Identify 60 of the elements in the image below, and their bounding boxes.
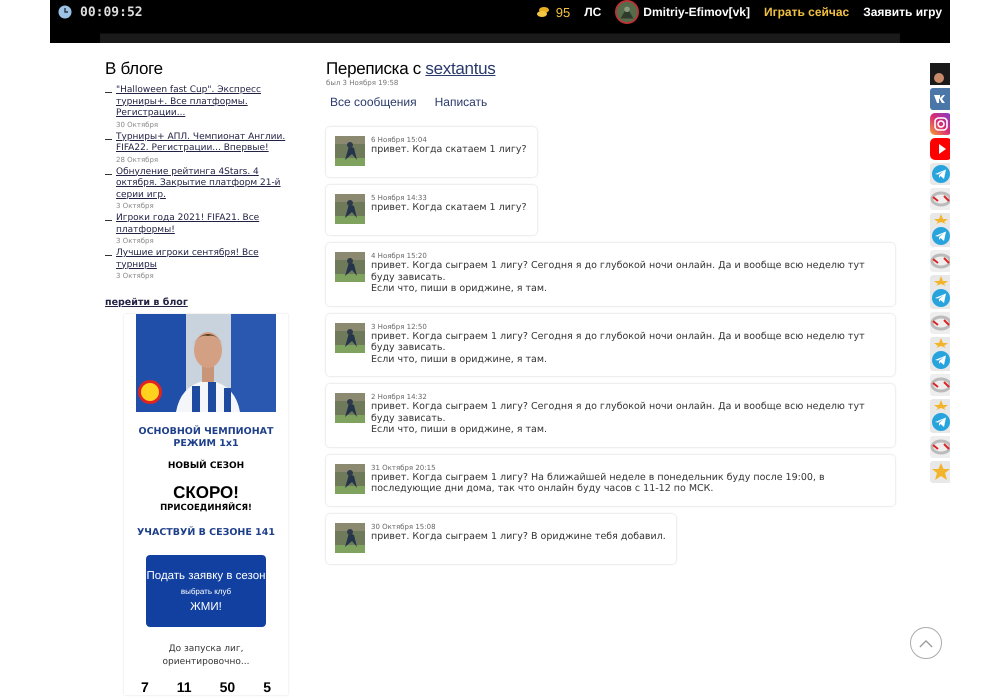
chevron-up-icon xyxy=(919,638,933,648)
message-text: привет. Когда сыграем 1 лигу? Сегодня я до глубокой ночи онлайн. Да и вообще всю неделю тут буду зависать. xyxy=(371,260,866,283)
clock-icon xyxy=(58,5,72,19)
message-text: Если что, пиши в ориджине, я там. xyxy=(371,283,548,294)
dash-icon xyxy=(105,138,112,140)
blog-post-link[interactable]: Лучшие игроки сентября! Все турниры xyxy=(116,248,290,271)
countdown-number: 11 xyxy=(176,679,192,695)
message-text: Если что, пиши в ориджине, я там. xyxy=(371,354,548,365)
action-link[interactable]: Написать xyxy=(434,95,488,109)
lifebuoy-icon[interactable] xyxy=(930,436,950,458)
participate-text: УЧАСТВУЙ В СЕЗОНЕ 141 xyxy=(136,527,276,539)
dash-icon xyxy=(105,220,112,221)
blog-post-link[interactable]: Обнуление рейтинга 4Stars. 4 октября. Закрытие платформ 21-й серии игр. xyxy=(116,166,290,201)
star-telegram-icon[interactable] xyxy=(930,213,950,247)
lifebuoy-icon[interactable] xyxy=(930,374,950,396)
announce-game-link[interactable]: Заявить игру xyxy=(863,5,942,19)
timer: 00:09:52 xyxy=(80,4,143,20)
countdown-number: 5 xyxy=(263,679,271,695)
play-now-link[interactable]: Играть сейчас xyxy=(764,5,850,19)
star-telegram-icon[interactable] xyxy=(930,275,950,309)
blog-heading: В блоге xyxy=(105,59,164,79)
message-text: Если что, пиши в ориджине, я там. xyxy=(371,424,548,436)
lifebuoy-icon[interactable] xyxy=(930,250,950,272)
instagram-icon[interactable] xyxy=(930,113,950,135)
message-text: привет. Когда сыграем 1 лигу? На ближайшей неделе в понедельник буду после 19:00, в последующие дни дома, так что онлайн буду часов с 11-12 по МСК. xyxy=(371,472,826,494)
action-link[interactable]: Все сообщения xyxy=(330,95,417,109)
countdown-caption: До запуска лиг, ориентировочно... xyxy=(162,643,250,669)
apply-button[interactable]: Подать заявку в сезон выбрать клуб ЖМИ! xyxy=(146,555,266,627)
star-telegram-icon[interactable] xyxy=(930,399,950,433)
messages-link[interactable]: ЛС xyxy=(584,5,602,19)
dash-icon xyxy=(105,92,112,93)
lifebuoy-icon[interactable] xyxy=(930,312,950,334)
blog-post-link[interactable]: Турниры+ АПЛ. Чемпионат Англии. FIFA22. Регистрации... Впервые! xyxy=(116,132,290,154)
message-text: привет. Когда сыграем 1 лигу? Сегодня я до глубокой ночи онлайн. Да и вообще всю неделю тут буду зависать. xyxy=(371,401,866,424)
countdown-number: 50 xyxy=(220,679,236,695)
championship-title: ОСНОВНОЙ ЧЕМПИОНАТ РЕЖИМ 1x1 xyxy=(138,426,274,450)
message-text: привет. Когда сыграем 1 лигу? В ориджине тебя добавил. xyxy=(371,530,666,542)
blog-link[interactable]: перейти в блог xyxy=(105,297,290,308)
coins-icon xyxy=(536,5,550,19)
username-link[interactable]: Dmitriy-Efimov[vk] xyxy=(643,5,750,19)
blog-post-link[interactable]: "Halloween fast Cup". Экспресс турниры+. Все платформы. Регистрации... xyxy=(116,85,290,120)
countdown-number: 7 xyxy=(141,679,149,695)
coin-count: 95 xyxy=(556,4,570,20)
vk-icon[interactable] xyxy=(930,88,950,110)
star-icon[interactable] xyxy=(930,461,950,483)
status-text: СКОРО! xyxy=(173,483,239,502)
conversation-title: Переписка с xyxy=(326,59,421,78)
blog-post-link[interactable]: Игроки года 2021! FIFA21. Все платформы! xyxy=(116,213,290,236)
telegram-icon[interactable] xyxy=(930,163,950,185)
message-text: привет. Когда скатаем 1 лигу? xyxy=(371,144,527,156)
dash-icon xyxy=(105,255,112,256)
star-telegram-icon[interactable] xyxy=(930,337,950,371)
lifebuoy-icon[interactable] xyxy=(930,188,950,210)
scroll-top-button[interactable] xyxy=(910,627,942,659)
season-label: НОВЫЙ СЕЗОН xyxy=(168,461,244,471)
partner-link[interactable]: sextantus xyxy=(425,59,496,78)
play-icon[interactable] xyxy=(930,138,950,160)
join-text: ПРИСОЕДИНЯЙСЯ! xyxy=(160,503,252,513)
message-text: привет. Когда сыграем 1 лигу? Сегодня я до глубокой ночи онлайн. Да и вообще всю неделю тут буду зависать. xyxy=(371,330,866,354)
message-text: привет. Когда скатаем 1 лигу? xyxy=(371,202,527,214)
